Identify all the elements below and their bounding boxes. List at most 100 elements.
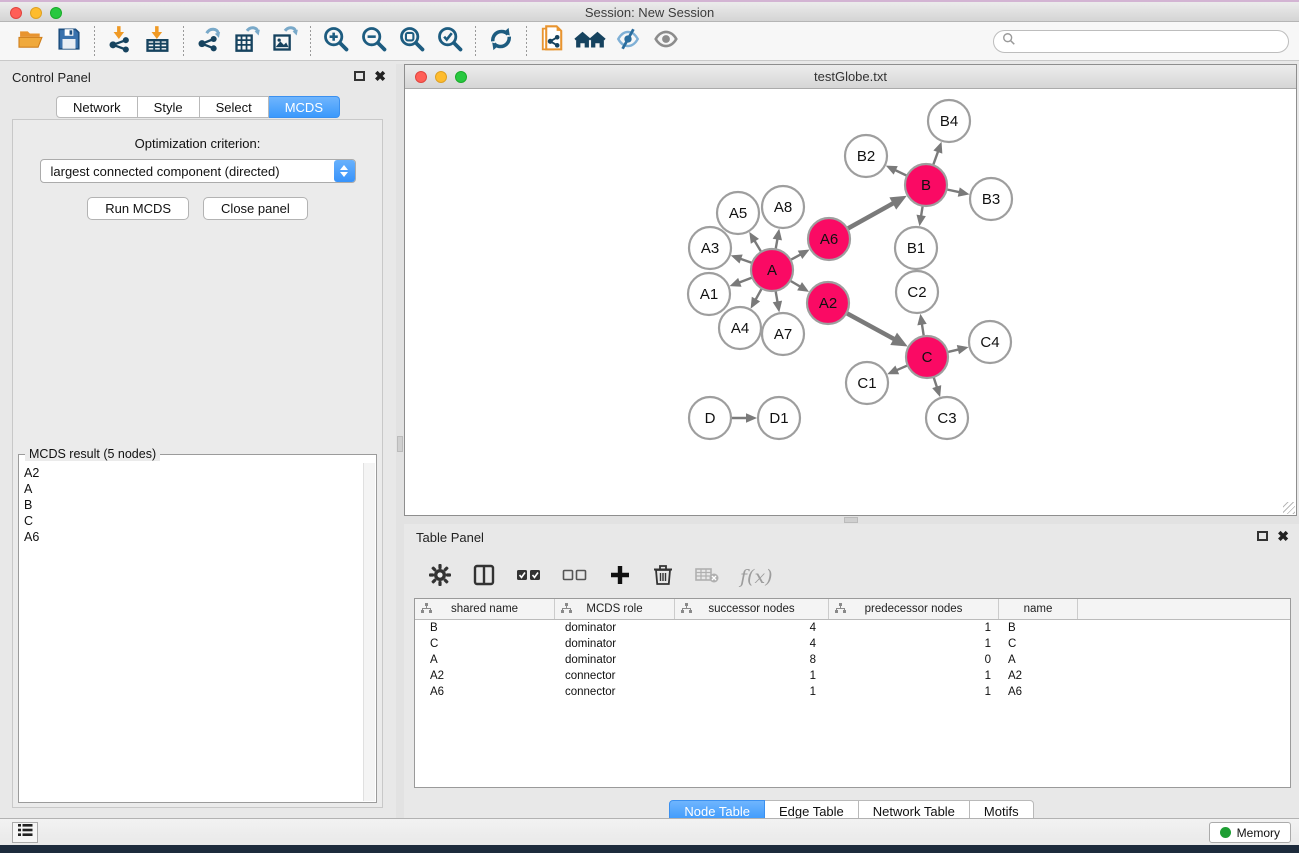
deselect-all-icon[interactable] <box>562 567 588 588</box>
table-row[interactable]: Cdominator41C <box>415 636 1290 652</box>
column-header-shared-name[interactable]: shared name <box>415 599 555 619</box>
result-list-item[interactable]: A2 <box>20 465 363 481</box>
table-cell[interactable]: A6 <box>999 686 1078 698</box>
table-cell[interactable]: connector <box>555 686 675 698</box>
table-cell[interactable]: A <box>999 654 1078 666</box>
export-table-icon <box>233 25 261 58</box>
result-list-item[interactable]: C <box>20 513 363 529</box>
table-cell[interactable]: connector <box>555 670 675 682</box>
graph-edge-A6-B[interactable] <box>846 203 895 230</box>
table-cell[interactable]: 1 <box>829 670 999 682</box>
float-panel-icon[interactable] <box>354 71 365 81</box>
table-cell[interactable]: dominator <box>555 622 675 634</box>
task-history-button[interactable] <box>12 822 38 843</box>
zoom-in-button[interactable] <box>317 25 355 57</box>
horizontal-splitter[interactable] <box>404 516 1299 524</box>
vertical-splitter[interactable] <box>396 64 404 818</box>
export-table-button[interactable] <box>228 25 266 57</box>
table-cell[interactable]: 1 <box>675 686 829 698</box>
table-header-row[interactable]: shared nameMCDS rolesuccessor nodesprede… <box>415 599 1290 620</box>
tab-select[interactable]: Select <box>200 96 269 118</box>
column-header-predecessor-nodes[interactable]: predecessor nodes <box>829 599 999 619</box>
column-icon[interactable] <box>472 563 496 592</box>
zoom-out-button[interactable] <box>355 25 393 57</box>
first-neighbors-button[interactable] <box>571 25 609 57</box>
tab-style[interactable]: Style <box>138 96 200 118</box>
close-panel-icon[interactable]: ✖ <box>1277 531 1289 541</box>
float-panel-icon[interactable] <box>1257 531 1268 541</box>
tree-icon <box>421 603 432 617</box>
export-network-button[interactable] <box>190 25 228 57</box>
table-cell[interactable]: 0 <box>829 654 999 666</box>
table-row[interactable]: A6connector11A6 <box>415 684 1290 700</box>
table-cell[interactable]: A <box>415 654 555 666</box>
table-cell[interactable]: dominator <box>555 638 675 650</box>
edge-arrowhead <box>916 215 925 227</box>
mcds-result-list[interactable]: A2ABCA6 <box>20 463 363 801</box>
save-session-button[interactable] <box>50 25 88 57</box>
memory-label: Memory <box>1237 826 1280 840</box>
show-all-button[interactable] <box>647 25 685 57</box>
network-canvas[interactable]: B4B2BB3A8A5A6A3B1AC2A1A2A4A7C4CC1DD1C3 <box>405 89 1296 515</box>
table-cell[interactable]: 1 <box>829 622 999 634</box>
table-row[interactable]: Bdominator41B <box>415 620 1290 636</box>
open-session-button[interactable] <box>12 25 50 57</box>
run-mcds-button[interactable]: Run MCDS <box>87 197 189 220</box>
import-table-button[interactable] <box>139 25 177 57</box>
table-cell[interactable]: 4 <box>675 638 829 650</box>
column-header-successor-nodes[interactable]: successor nodes <box>675 599 829 619</box>
table-cell[interactable]: 4 <box>675 622 829 634</box>
gear-icon[interactable] <box>428 563 452 592</box>
zoom-fit-button[interactable] <box>393 25 431 57</box>
result-scrollbar[interactable] <box>363 463 375 801</box>
node-label-A2: A2 <box>819 295 837 312</box>
table-cell[interactable]: C <box>999 638 1078 650</box>
tab-network[interactable]: Network <box>56 96 138 118</box>
table-cell[interactable]: 1 <box>829 638 999 650</box>
result-list-item[interactable]: A <box>20 481 363 497</box>
close-panel-button[interactable]: Close panel <box>203 197 308 220</box>
table-cell[interactable]: 8 <box>675 654 829 666</box>
search-input[interactable] <box>993 30 1289 53</box>
column-header-name[interactable]: name <box>999 599 1078 619</box>
table-cell[interactable]: A2 <box>415 670 555 682</box>
table-row[interactable]: Adominator80A <box>415 652 1290 668</box>
hide-selected-button[interactable] <box>609 25 647 57</box>
table-cell[interactable]: C <box>415 638 555 650</box>
select-all-icon[interactable] <box>516 567 542 588</box>
resize-handle[interactable] <box>1283 502 1295 514</box>
network-graph[interactable]: B4B2BB3A8A5A6A3B1AC2A1A2A4A7C4CC1DD1C3 <box>405 89 1296 515</box>
network-window-titlebar[interactable]: testGlobe.txt <box>405 65 1296 89</box>
export-image-button[interactable] <box>266 25 304 57</box>
table-cell[interactable]: A6 <box>415 686 555 698</box>
node-label-C2: C2 <box>907 284 926 301</box>
table-cell[interactable]: B <box>415 622 555 634</box>
table-cell[interactable]: dominator <box>555 654 675 666</box>
tab-mcds[interactable]: MCDS <box>269 96 340 118</box>
table-cell[interactable]: 1 <box>675 670 829 682</box>
table-cell[interactable]: B <box>999 622 1078 634</box>
splitter-grip[interactable] <box>397 436 403 452</box>
result-list-item[interactable]: A6 <box>20 529 363 545</box>
close-panel-icon[interactable]: ✖ <box>374 71 386 81</box>
delete-icon[interactable] <box>652 563 674 592</box>
splitter-grip[interactable] <box>844 517 858 523</box>
add-icon[interactable] <box>608 563 632 592</box>
result-list-item[interactable]: B <box>20 497 363 513</box>
function-builder-icon[interactable]: f(x) <box>740 566 773 588</box>
table-cell[interactable]: A2 <box>999 670 1078 682</box>
table-row[interactable]: A2connector11A2 <box>415 668 1290 684</box>
export-network-icon <box>195 25 223 58</box>
network-document-button[interactable] <box>533 25 571 57</box>
node-table: shared nameMCDS rolesuccessor nodesprede… <box>414 598 1291 788</box>
criterion-select[interactable]: largest connected component (directed) <box>40 159 356 183</box>
table-cell[interactable]: 1 <box>829 686 999 698</box>
refresh-button[interactable] <box>482 25 520 57</box>
zoom-selected-button[interactable] <box>431 25 469 57</box>
column-header-MCDS-role[interactable]: MCDS role <box>555 599 675 619</box>
delete-table-icon[interactable] <box>694 565 720 590</box>
memory-button[interactable]: Memory <box>1209 822 1291 843</box>
import-network-button[interactable] <box>101 25 139 57</box>
toolbar-separator <box>475 26 476 56</box>
graph-edge-A2-C[interactable] <box>845 312 896 340</box>
